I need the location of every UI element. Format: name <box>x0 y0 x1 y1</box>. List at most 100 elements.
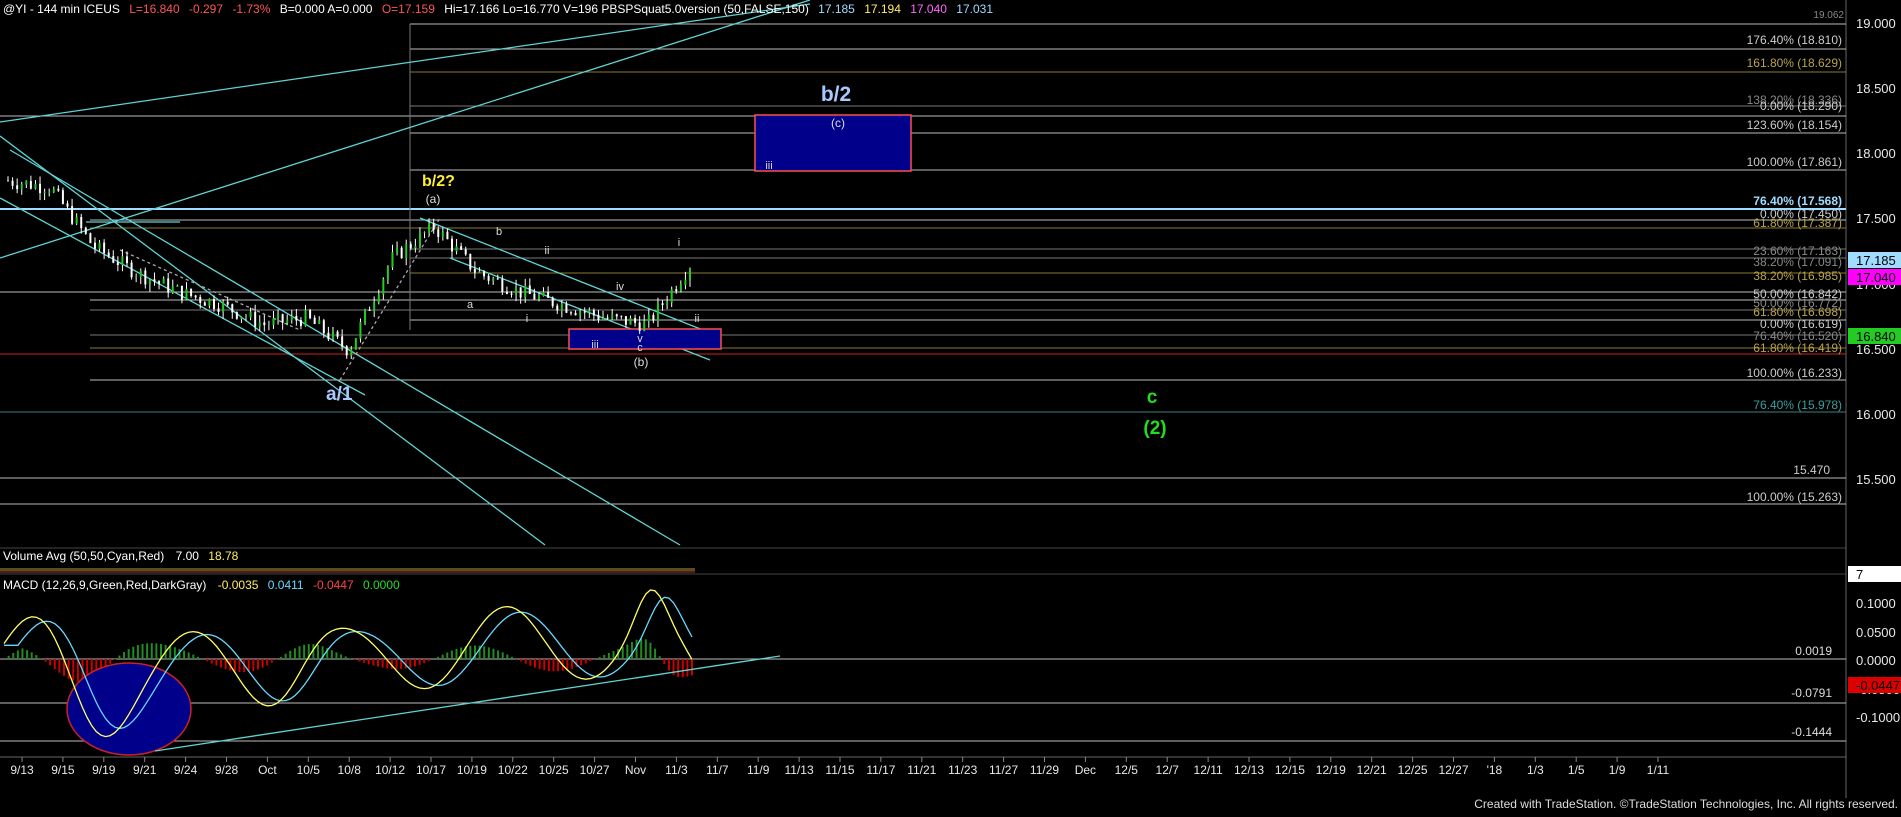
time-label: 11/3 <box>665 763 688 777</box>
fib-label: 0.00% (18.290) <box>1760 99 1842 113</box>
time-label: 10/27 <box>580 763 610 777</box>
fib-label: 61.80% (17.387) <box>1753 216 1842 230</box>
time-label: 10/12 <box>375 763 405 777</box>
fib-label: 100.00% (17.861) <box>1747 155 1842 169</box>
time-label: 9/28 <box>215 763 239 777</box>
time-label: 11/15 <box>825 763 854 777</box>
wave-label-small-i: i <box>526 313 528 325</box>
header-symbol: @YI - 144 min ICEUS <box>3 2 120 16</box>
price-badge-magenta: 17.040 <box>1848 269 1901 285</box>
price-badge-last: 17.185 <box>1848 252 1901 268</box>
wave-label-c: c <box>1147 387 1158 408</box>
macd-header: MACD (12,26,9,Green,Red,DarkGray) -0.003… <box>3 578 400 592</box>
price-chart[interactable]: b/2 b/2? a/1 c (2) (a) (c) (b) iii b a i… <box>0 0 1901 812</box>
time-label: Nov <box>625 763 646 777</box>
fib-label: 15.470 <box>1793 463 1830 477</box>
time-label: 10/19 <box>457 763 487 777</box>
price-tick: 16.500 <box>1856 342 1896 357</box>
fib-label: 100.00% (16.233) <box>1747 366 1842 380</box>
wave-label-2: (2) <box>1143 418 1166 439</box>
price-tick: 18.000 <box>1856 146 1896 161</box>
wave-label-small-i2: i <box>678 237 680 249</box>
fib-label: 76.40% (15.978) <box>1753 398 1842 412</box>
footer-credit: Created with TradeStation. ©TradeStation… <box>1474 797 1898 811</box>
fib-label: 38.20% (17.091) <box>1753 255 1842 269</box>
time-label: 9/21 <box>133 763 157 777</box>
time-label: 11/17 <box>866 763 895 777</box>
time-label: 12/15 <box>1275 763 1305 777</box>
price-tick: 17.500 <box>1856 211 1896 226</box>
time-label: 11/9 <box>747 763 770 777</box>
wave-label-small-iv: iv <box>616 281 624 293</box>
volume-bars <box>0 568 695 571</box>
time-label: Oct <box>258 763 277 777</box>
time-label: 12/13 <box>1234 763 1264 777</box>
header-ind4: 17.031 <box>956 2 993 16</box>
macd-level-label: -0.0791 <box>1791 686 1832 700</box>
wave-label-small-ii2: ii <box>695 313 700 325</box>
wave-label-iii-box: iii <box>765 160 772 172</box>
time-label: 11/29 <box>1030 763 1059 777</box>
macd-badge-text: -0.0447 <box>1856 678 1900 693</box>
chart-window: b/2 b/2? a/1 c (2) (a) (c) (b) iii b a i… <box>0 0 1901 812</box>
header-bid-ask: B=0.000 A=0.000 <box>280 2 373 16</box>
svg-text:17.185: 17.185 <box>1856 253 1896 268</box>
time-label: 11/23 <box>948 763 977 777</box>
time-label: 12/11 <box>1194 763 1223 777</box>
time-label: 10/8 <box>338 763 362 777</box>
price-tick: 15.500 <box>1856 472 1896 487</box>
macd-tick: 0.0000 <box>1856 653 1896 668</box>
price-tick: 19.000 <box>1856 16 1896 31</box>
time-label: 10/22 <box>498 763 528 777</box>
macd-tick: 0.1000 <box>1856 596 1896 611</box>
wave-label-b-paren: (b) <box>634 355 649 369</box>
wave-label-small-ii: ii <box>545 245 550 257</box>
wave-label-b2-question: b/2? <box>422 173 455 190</box>
time-label: 12/27 <box>1438 763 1468 777</box>
wave-label-a-paren: (a) <box>426 192 441 206</box>
header-change: -0.297 <box>189 2 223 16</box>
time-label: 11/7 <box>706 763 729 777</box>
header-change-pct: -1.73% <box>232 2 270 16</box>
macd-level-label: 0.0019 <box>1795 644 1832 658</box>
wave-label-small-a: a <box>467 299 474 311</box>
header-ind3: 17.040 <box>910 2 947 16</box>
time-label: Dec <box>1075 763 1096 777</box>
macd-tick: -0.1000 <box>1856 710 1900 725</box>
time-label: 1/9 <box>1609 763 1626 777</box>
time-label: 11/21 <box>907 763 936 777</box>
time-label: 9/19 <box>92 763 116 777</box>
time-label: 9/13 <box>10 763 34 777</box>
time-label: '18 <box>1487 763 1503 777</box>
header-ind2: 17.194 <box>864 2 901 16</box>
time-label: 1/3 <box>1527 763 1544 777</box>
time-label: 12/7 <box>1156 763 1180 777</box>
time-label: 12/21 <box>1357 763 1387 777</box>
time-label: 1/5 <box>1568 763 1585 777</box>
chart-header: @YI - 144 min ICEUS L=16.840 -0.297 -1.7… <box>3 2 993 16</box>
svg-text:17.040: 17.040 <box>1856 270 1896 285</box>
time-label: 12/5 <box>1115 763 1139 777</box>
wave-label-small-iii: iii <box>591 339 598 351</box>
wave-label-small-c: c <box>637 342 643 354</box>
time-label: 11/27 <box>989 763 1018 777</box>
header-truncated-value: 19.062 <box>1813 10 1844 21</box>
fib-label: 61.80% (16.419) <box>1753 341 1842 355</box>
price-tick: 18.500 <box>1856 81 1896 96</box>
time-label: 9/15 <box>51 763 75 777</box>
time-label: 12/19 <box>1316 763 1346 777</box>
macd-tick: 0.0500 <box>1856 625 1896 640</box>
wave-label-b2: b/2 <box>821 83 851 106</box>
time-label: 10/17 <box>416 763 446 777</box>
time-label: 11/13 <box>785 763 814 777</box>
fib-label: 123.60% (18.154) <box>1747 118 1842 132</box>
time-label: 9/24 <box>174 763 198 777</box>
chart-background <box>0 0 1901 812</box>
header-ind1: 17.185 <box>818 2 855 16</box>
price-badge-close: 16.840 <box>1848 328 1901 344</box>
header-open: O=17.159 <box>382 2 435 16</box>
time-label: 12/25 <box>1398 763 1428 777</box>
header-hi-lo-vol: Hi=17.166 Lo=16.770 V=196 PBSPSquat5.0ve… <box>444 2 809 16</box>
price-tick: 16.000 <box>1856 407 1896 422</box>
time-label: 10/5 <box>297 763 321 777</box>
